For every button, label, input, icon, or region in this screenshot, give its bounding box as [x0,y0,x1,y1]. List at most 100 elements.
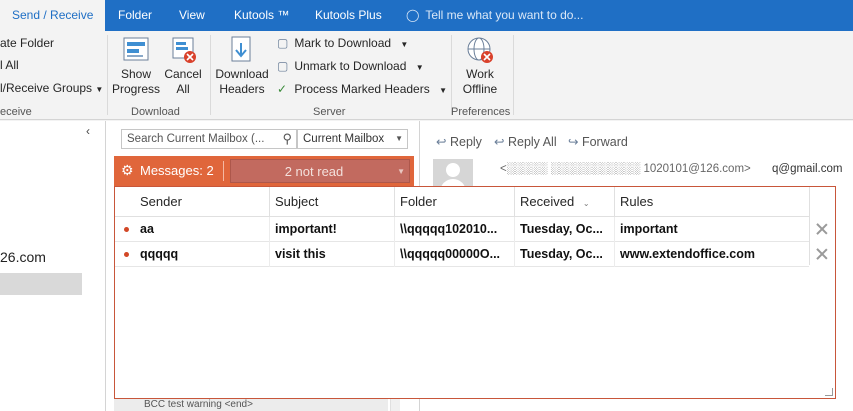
download-group-label: Download [131,106,180,118]
tab-send-receive[interactable]: Send / Receive [0,0,106,31]
send-receive-groups-button[interactable]: l/Receive Groups ▼ [0,81,103,95]
forward-icon: ↪ [568,135,579,149]
row-received: Tuesday, Oc... [515,217,615,242]
table-row[interactable]: qqqqq visit this \\qqqqq00000O... Tuesda… [115,242,809,267]
work-offline-label-1: Work [466,67,494,81]
bar-divider [223,161,224,181]
search-scope-value: Current Mailbox [303,133,385,145]
show-progress-label-2: Progress [112,82,161,96]
cancel-all-label-2: All [176,82,190,96]
row-folder: \\qqqqq102010... [395,217,515,242]
tab-kutools[interactable]: Kutools ™ [222,0,301,31]
forward-label: Forward [581,135,628,149]
reply-icon: ↩ [436,135,447,149]
row-rules: important [620,222,678,236]
gear-icon[interactable]: ⚙ [121,162,134,179]
close-icon[interactable] [815,247,829,261]
column-header-received-label: Received [520,194,575,209]
send-receive-group-label: eceive [0,106,32,118]
account-name[interactable]: 26.com [0,249,46,265]
row-subject: visit this [270,242,395,267]
row-sender: qqqqq [135,242,270,267]
unread-dot-icon [124,252,129,257]
chevron-down-icon: ▼ [395,134,403,143]
dropdown-arrow-icon: ▼ [415,63,424,72]
unmark-to-download-button[interactable]: ▢ Unmark to Download ▼ [277,59,424,73]
selected-folder-highlight[interactable] [0,273,82,295]
forward-button[interactable]: ↪ Forward [568,134,628,149]
mark-to-download-label: Mark to Download [294,36,392,50]
download-headers-icon [226,35,258,65]
group-divider [107,35,108,115]
tell-me-box[interactable]: ◯ Tell me what you want to do... [406,0,583,31]
row-sender: aa [135,217,270,242]
reply-all-label: Reply All [507,135,557,149]
row-received: Tuesday, Oc... [515,242,615,267]
column-header-rules[interactable]: Rules [615,187,809,217]
table-row[interactable]: aa important! \\qqqqq102010... Tuesday, … [115,217,809,242]
search-icon[interactable]: ⚲ [282,131,292,147]
cancel-all-button[interactable]: Cancel All [161,35,205,97]
download-headers-button[interactable]: Download Headers [213,35,271,97]
close-icon[interactable] [815,222,829,236]
recipient-address: q@gmail.com [772,163,843,175]
reply-button[interactable]: ↩ Reply [436,134,482,149]
mark-to-download-button[interactable]: ▢ Mark to Download ▼ [277,36,408,50]
column-header-received[interactable]: Received ⌄ [515,187,615,217]
show-progress-label-1: Show [120,67,152,81]
checkmark-icon: ✓ [277,82,288,96]
mail-preview-peek[interactable]: BCC test warning <end> [114,399,388,411]
sender-address: <░░░░░ ░░░░░░░░░░░ 1020101@126.com> [500,163,751,175]
results-header-row: Sender Subject Folder Received ⌄ Rules [115,187,809,217]
folder-pane: ‹ 26.com [0,121,106,411]
process-marked-headers-label: Process Marked Headers [294,82,430,96]
unread-filter-dropdown[interactable]: 2 not read ▼ [230,159,410,183]
message-count: Messages: 2 [140,163,214,178]
reply-label: Reply [449,135,482,149]
sort-chevron-icon: ⌄ [582,199,590,208]
column-header-subject[interactable]: Subject [270,187,395,217]
download-headers-label-1: Download [215,67,269,81]
group-divider [210,35,211,115]
work-offline-button[interactable]: Work Offline [457,35,503,97]
group-divider [513,35,514,115]
sender-avatar [433,159,473,189]
show-progress-icon [120,35,152,65]
tab-view[interactable]: View [167,0,217,31]
group-divider [451,35,452,115]
dropdown-arrow-icon: ▼ [95,85,104,94]
tab-folder[interactable]: Folder [106,0,164,31]
reply-all-button[interactable]: ↩ Reply All [494,134,557,149]
unread-dot-icon [124,227,129,232]
reply-all-icon: ↩ [494,135,505,149]
create-folder-button[interactable]: ate Folder [0,36,54,50]
work-offline-label-2: Offline [462,82,498,96]
process-marked-headers-button[interactable]: ✓ Process Marked Headers ▼ [277,82,447,96]
unmark-download-icon: ▢ [277,59,289,73]
show-progress-button[interactable]: Show Progress [112,35,160,97]
kutools-results-panel: Sender Subject Folder Received ⌄ Rules a… [114,186,836,399]
lightbulb-icon: ◯ [406,8,420,22]
search-scope-dropdown[interactable]: Current Mailbox ▼ [297,129,408,149]
column-header-folder[interactable]: Folder [395,187,515,217]
kutools-message-bar: ⚙ Messages: 2 2 not read ▼ [114,156,414,186]
server-group-label: Server [313,106,346,118]
search-input[interactable]: Search Current Mailbox (... ⚲ [121,129,297,149]
globe-icon [464,35,496,65]
tab-kutools-plus[interactable]: Kutools Plus [303,0,394,31]
cancel-all-label-1: Cancel [164,67,202,81]
column-header-sender[interactable]: Sender [135,187,270,217]
row-rules: www.extendoffice.com [620,247,755,261]
send-all-button[interactable]: l All [0,58,19,72]
send-receive-groups-label: l/Receive Groups [0,81,93,95]
dropdown-arrow-icon: ▼ [400,40,409,49]
mark-download-icon: ▢ [277,36,289,50]
chevron-down-icon: ▼ [397,167,405,176]
collapse-chevron-icon[interactable]: ‹ [86,124,90,138]
resize-grip-icon[interactable] [825,388,833,396]
ribbon: ate Folder l All l/Receive Groups ▼ ecei… [0,31,853,120]
unmark-to-download-label: Unmark to Download [294,59,407,73]
dropdown-arrow-icon: ▼ [439,86,447,95]
table-right-border [809,187,810,265]
row-subject: important! [270,217,395,242]
